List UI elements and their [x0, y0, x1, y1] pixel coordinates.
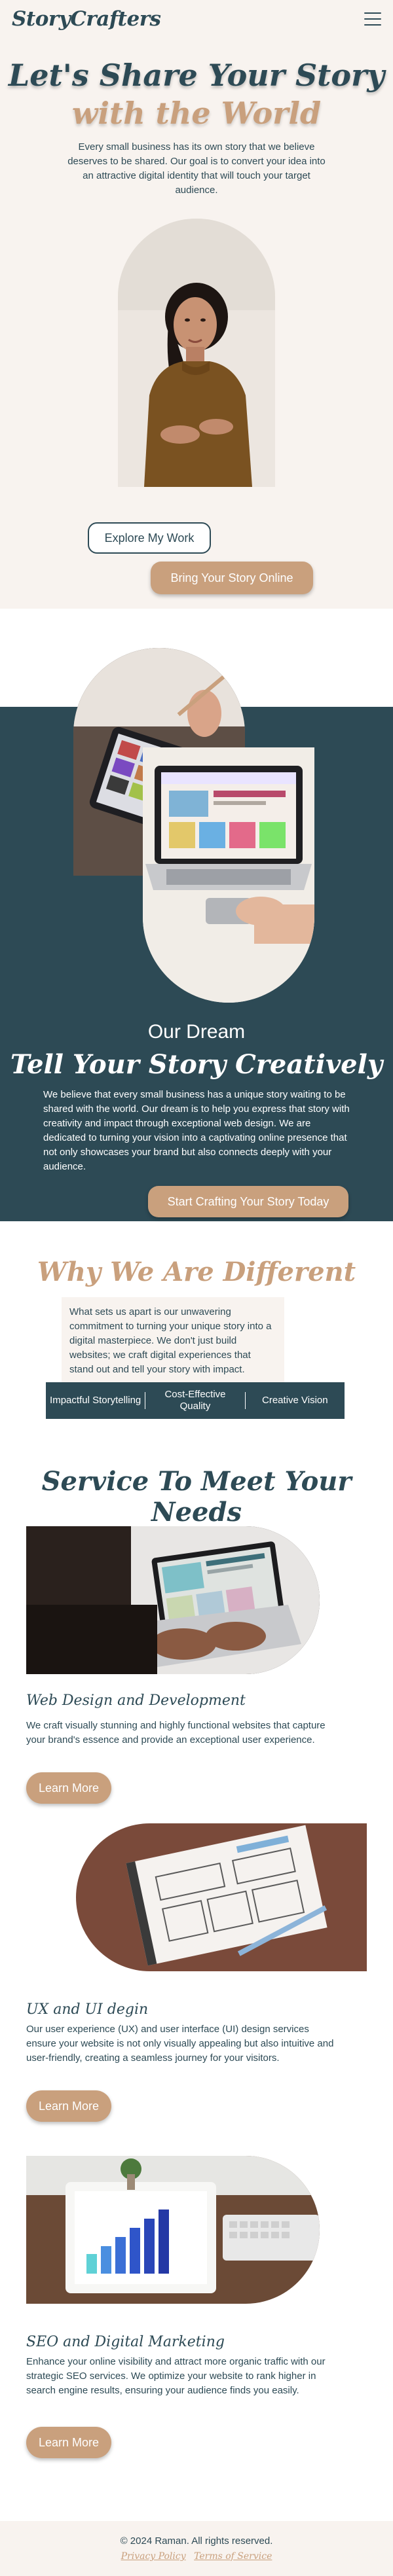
value-item: Cost-Effective Quality	[164, 1389, 226, 1412]
site-header: StoryCrafters	[0, 0, 393, 38]
explore-work-button[interactable]: Explore My Work	[88, 522, 211, 554]
menu-line	[364, 12, 381, 14]
menu-line	[364, 24, 381, 26]
page: StoryCrafters Let's Share Your Story wit…	[0, 0, 393, 2576]
different-description: What sets us apart is our unwavering com…	[62, 1297, 284, 1386]
hero-title-line2: with the World	[71, 96, 322, 131]
web-design-image	[26, 1526, 320, 1674]
hero-description: Every small business has its own story t…	[67, 141, 326, 196]
copyright-text: © 2024 Raman. All rights reserved.	[120, 2535, 273, 2547]
dream-subtitle: Our Dream	[147, 1021, 246, 1043]
hero-section: Let's Share Your Story with the World Ev…	[0, 38, 393, 609]
different-title: Why We Are Different	[37, 1257, 356, 1287]
learn-more-button[interactable]: Learn More	[26, 2090, 111, 2122]
learn-more-button[interactable]: Learn More	[26, 2427, 111, 2458]
site-footer: © 2024 Raman. All rights reserved. Priva…	[0, 2521, 393, 2576]
ux-ui-design-image	[76, 1823, 367, 1971]
value-item: Creative Vision	[262, 1395, 328, 1406]
value-item: Impactful Storytelling	[50, 1395, 141, 1406]
learn-more-button[interactable]: Learn More	[26, 1772, 111, 1804]
site-logo[interactable]: StoryCrafters	[12, 7, 161, 31]
bring-story-online-button[interactable]: Bring Your Story Online	[151, 562, 313, 594]
service-description: We craft visually stunning and highly fu…	[26, 1720, 326, 1745]
menu-line	[364, 18, 381, 20]
hero-portrait-image	[118, 219, 275, 487]
hamburger-menu-icon[interactable]	[364, 12, 381, 26]
service-name: UX and UI degin	[26, 2001, 149, 2018]
dream-description: We believe that every small business has…	[43, 1089, 350, 1172]
laptop-design-image	[143, 747, 314, 1003]
seo-marketing-image	[26, 2156, 320, 2304]
hero-title-line1: Let's Share Your Story	[8, 58, 385, 93]
service-name: Web Design and Development	[26, 1692, 246, 1709]
dream-title: Tell Your Story Creatively	[10, 1049, 383, 1080]
service-name: SEO and Digital Marketing	[26, 2334, 225, 2350]
service-description: Enhance your online visibility and attra…	[26, 2356, 326, 2396]
privacy-policy-link[interactable]: Privacy Policy	[121, 2551, 186, 2562]
services-title: Service To Meet Your Needs	[41, 1466, 352, 1528]
values-bar: Impactful Storytelling Cost-Effective Qu…	[46, 1382, 345, 1419]
terms-of-service-link[interactable]: Terms of Service	[194, 2551, 272, 2562]
service-description: Our user experience (UX) and user interf…	[26, 2024, 334, 2064]
start-crafting-button[interactable]: Start Crafting Your Story Today	[148, 1186, 348, 1217]
footer-links: Privacy Policy Terms of Service	[0, 2551, 393, 2562]
